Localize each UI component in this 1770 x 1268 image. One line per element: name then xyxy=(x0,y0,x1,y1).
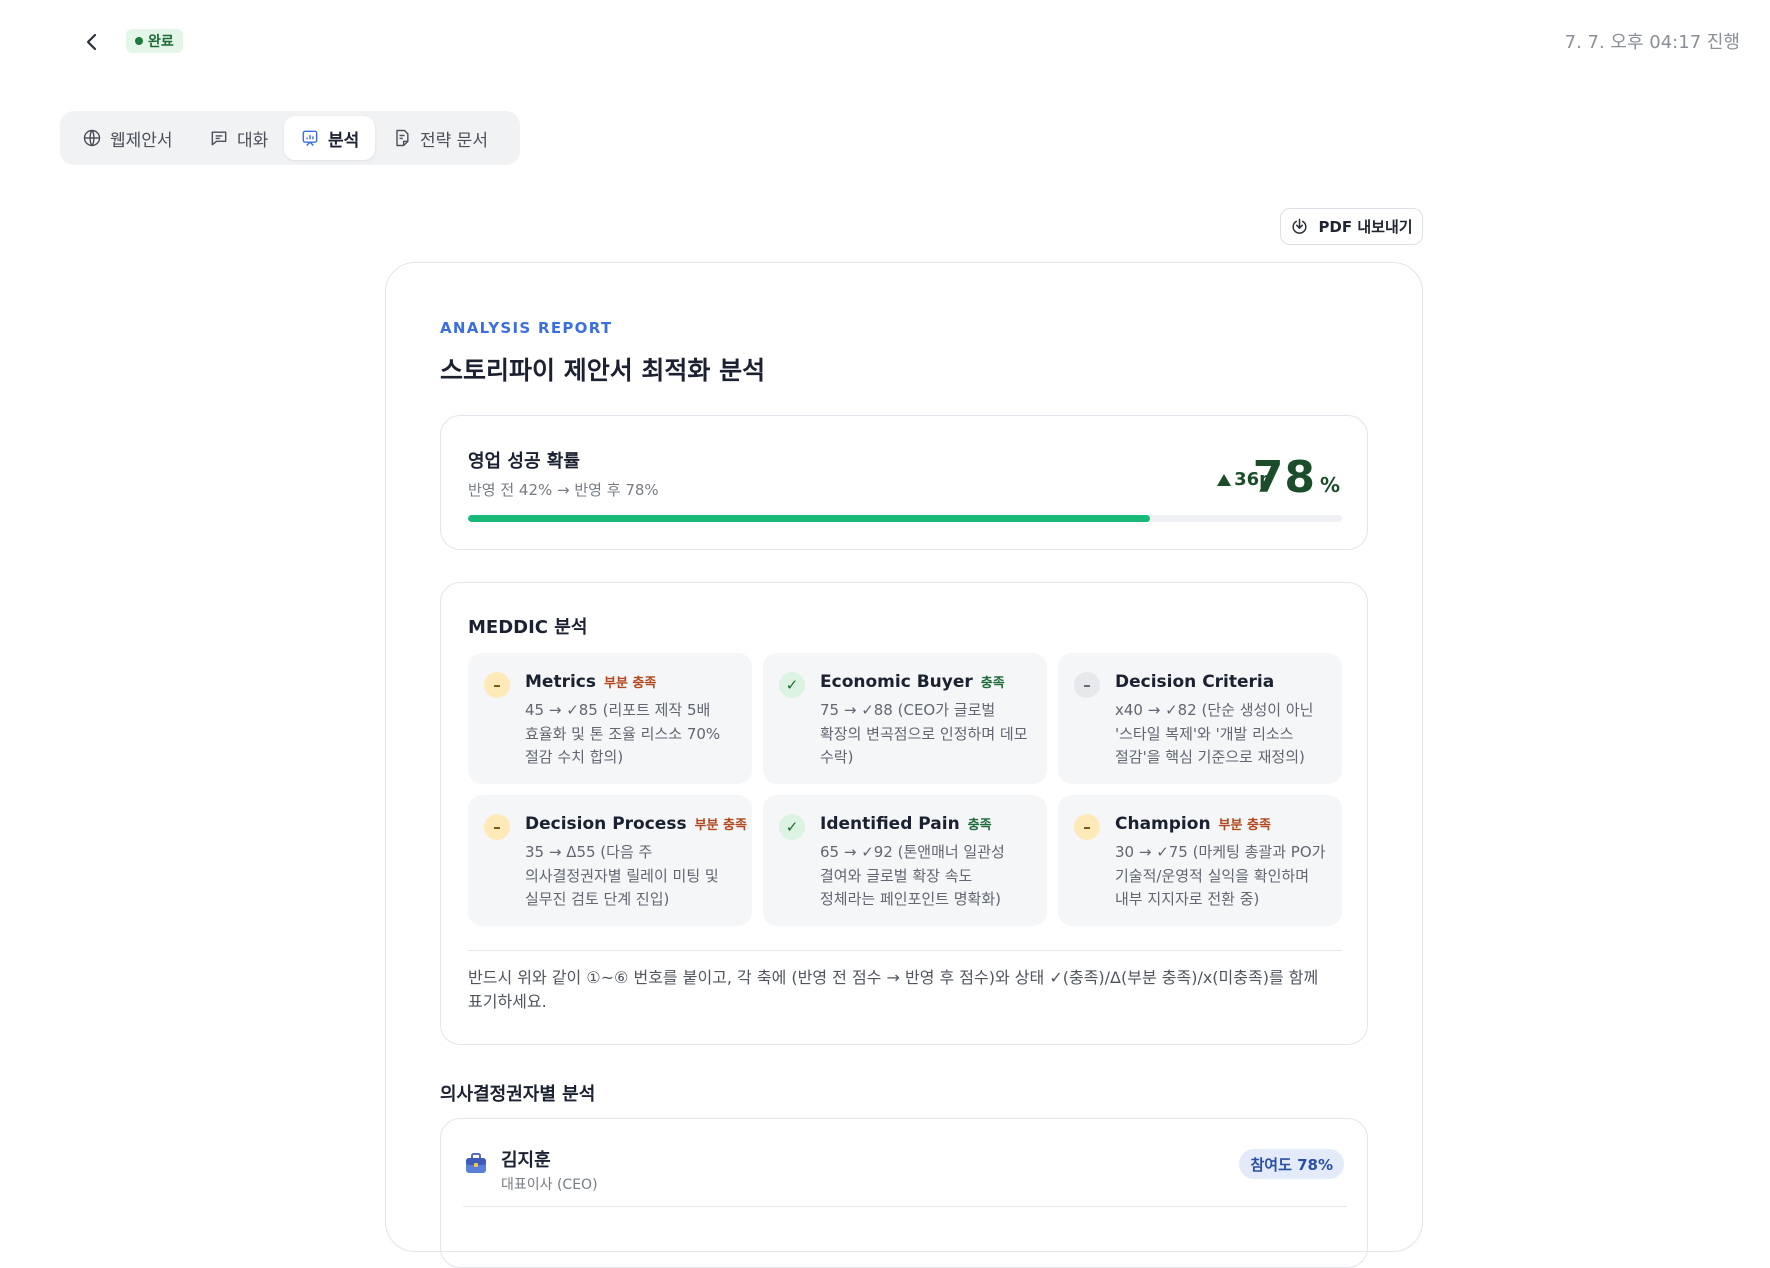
probability-subtitle: 반영 전 42% → 반영 후 78% xyxy=(468,481,659,499)
partial-status-icon: – xyxy=(484,814,510,840)
probability-unit: % xyxy=(1319,473,1340,497)
meddic-item-status: 부분 충족 xyxy=(694,818,747,833)
probability-title: 영업 성공 확률 xyxy=(468,451,580,472)
decision-maker-name: 김지훈 xyxy=(501,1150,551,1171)
globe-icon xyxy=(83,129,101,147)
meddic-item: ✓ Economic Buyer 충족 75 → ✓88 (CEO가 글로벌 확장의 … xyxy=(763,653,1047,784)
report-eyebrow: ANALYSIS REPORT xyxy=(440,319,613,337)
chat-icon xyxy=(211,131,227,146)
analysis-report-card: ANALYSIS REPORT 스토리파이 제안서 최적화 분석 영업 성공 확… xyxy=(385,262,1423,1268)
meddic-item: – Metrics 부분 충족 45 → ✓85 (리포트 제작 5배 효율화 및 톤… xyxy=(468,653,752,784)
meddic-item: – Decision Criteria x40 → ✓82 (단순 생성이 아닌 '… xyxy=(1058,653,1342,784)
tab-strategy-doc[interactable]: 전략 문서 xyxy=(376,116,504,160)
meddic-item-status: 부분 충족 xyxy=(603,676,657,691)
partial-status-icon: – xyxy=(484,672,510,698)
partial-status-icon: – xyxy=(1074,814,1100,840)
meddic-item-status: 부분 충족 xyxy=(1218,818,1271,833)
meddic-item-name: Metrics xyxy=(525,672,596,692)
meddic-item-name: Decision Process xyxy=(525,814,687,834)
meddic-item-description: 30 → ✓75 (마케팅 총괄과 PO가 기술적/운영적 실익을 확인하며 내… xyxy=(1115,843,1326,908)
back-button[interactable] xyxy=(78,28,106,56)
probability-progress-bar xyxy=(468,515,1342,522)
download-icon xyxy=(1292,218,1308,234)
tab-bar: 웹제안서 대화 분석 전략 문서 xyxy=(60,111,520,165)
meddic-card: MEDDIC 분석 – Metrics 부분 충족 45 → ✓85 (리포트 제작 … xyxy=(440,582,1368,1045)
meddic-item-header: Economic Buyer 충족 xyxy=(820,672,1005,692)
meddic-item-description: x40 → ✓82 (단순 생성이 아닌 '스타일 복제'와 '개발 리소스 절… xyxy=(1115,701,1314,766)
probability-value: 78 % xyxy=(1253,452,1340,503)
meddic-item-header: Decision Criteria xyxy=(1115,672,1282,692)
tab-label: 전략 문서 xyxy=(420,130,488,151)
document-icon xyxy=(396,129,409,147)
tab-label: 웹제안서 xyxy=(110,130,173,151)
meddic-item-status: 충족 xyxy=(980,676,1005,691)
status-badge: 완료 xyxy=(126,29,183,53)
tab-web-proposal[interactable]: 웹제안서 xyxy=(66,116,189,160)
meddic-item: – Decision Process 부분 충족 35 → Δ55 (다음 주 의사결… xyxy=(468,795,752,926)
tab-conversation[interactable]: 대화 xyxy=(193,116,284,160)
meddic-item-name: Identified Pain xyxy=(820,814,960,834)
divider xyxy=(468,950,1342,951)
check-icon: ✓ xyxy=(779,814,805,840)
meddic-item-description: 45 → ✓85 (리포트 제작 5배 효율화 및 톤 조율 리스소 70% 절… xyxy=(525,701,721,766)
meddic-item-description: 65 → ✓92 (톤앤매너 일관성 결여와 글로벌 확장 속도 정체라는 페인… xyxy=(820,843,1005,908)
chevron-left-icon xyxy=(86,33,97,51)
session-time: 7. 7. 오후 04:17 진행 xyxy=(1564,32,1740,53)
divider xyxy=(463,1206,1347,1207)
export-label: PDF 내보내기 xyxy=(1318,218,1413,236)
probability-number: 78 xyxy=(1252,452,1316,503)
probability-progress-fill xyxy=(468,515,1150,522)
meddic-item-header: Identified Pain 충족 xyxy=(820,814,992,834)
analysis-icon xyxy=(302,130,318,147)
meddic-item-status: 충족 xyxy=(967,818,992,833)
meddic-item-name: Champion xyxy=(1115,814,1211,834)
meddic-title: MEDDIC 분석 xyxy=(468,617,588,638)
briefcase-icon xyxy=(466,1153,486,1173)
tab-label: 분석 xyxy=(328,130,360,151)
engagement-badge: 참여도 78% xyxy=(1239,1149,1344,1179)
meddic-item-description: 75 → ✓88 (CEO가 글로벌 확장의 변곡점으로 인정하며 데모 수락) xyxy=(820,701,1028,766)
pdf-export-button[interactable]: PDF 내보내기 xyxy=(1280,208,1423,245)
triangle-up-icon xyxy=(1217,473,1232,486)
success-probability-card: 영업 성공 확률 반영 전 42% → 반영 후 78% 36p 78 % xyxy=(440,415,1368,550)
check-icon: ✓ xyxy=(779,672,805,698)
meddic-grid: – Metrics 부분 충족 45 → ✓85 (리포트 제작 5배 효율화 및 톤… xyxy=(468,653,1342,926)
meddic-item-header: Champion 부분 충족 xyxy=(1115,814,1271,834)
status-label: 완료 xyxy=(148,34,174,50)
decision-maker-card[interactable]: 김지훈 대표이사 (CEO) 참여도 78% xyxy=(440,1118,1368,1268)
meddic-item-name: Decision Criteria xyxy=(1115,672,1275,692)
meddic-note: 반드시 위와 같이 ①~⑥ 번호를 붙이고, 각 축에 (반영 전 점수 → 반… xyxy=(468,968,1319,1011)
meddic-item-description: 35 → Δ55 (다음 주 의사결정권자별 릴레이 미팅 및 실무진 검토 단… xyxy=(525,843,719,908)
decision-makers-title: 의사결정권자별 분석 xyxy=(440,1084,596,1105)
meddic-item-header: Metrics 부분 충족 xyxy=(525,672,656,692)
meddic-item: – Champion 부분 충족 30 → ✓75 (마케팅 총괄과 PO가 기술적/… xyxy=(1058,795,1342,926)
meddic-item-name: Economic Buyer xyxy=(820,672,973,692)
status-dot-icon xyxy=(135,37,143,45)
meddic-item-header: Decision Process 부분 충족 xyxy=(525,814,747,834)
meddic-item: ✓ Identified Pain 충족 65 → ✓92 (톤앤매너 일관성 결여와… xyxy=(763,795,1047,926)
decision-maker-role: 대표이사 (CEO) xyxy=(501,1177,598,1193)
tab-label: 대화 xyxy=(237,130,269,151)
minus-icon: – xyxy=(1074,672,1100,698)
tab-analysis[interactable]: 분석 xyxy=(284,116,376,160)
report-title: 스토리파이 제안서 최적화 분석 xyxy=(440,356,766,385)
